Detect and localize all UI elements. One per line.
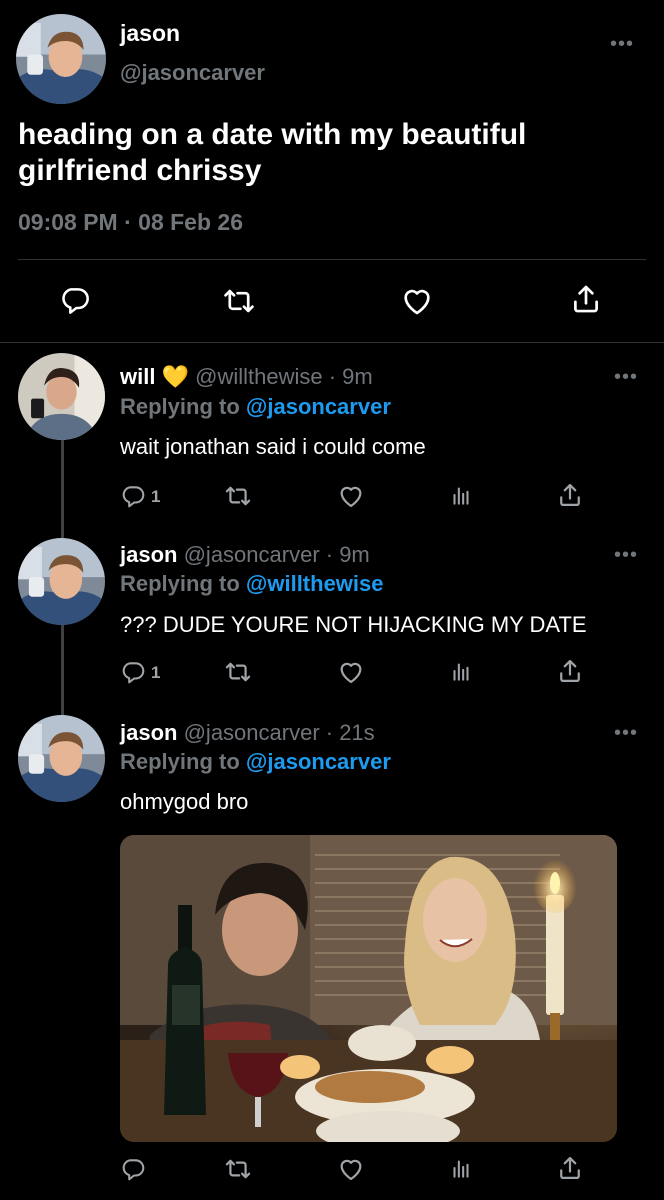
like-icon[interactable] xyxy=(337,658,365,686)
more-options-icon[interactable]: ••• xyxy=(614,723,638,743)
reply-text: ??? DUDE YOURE NOT HIJACKING MY DATE xyxy=(120,612,587,637)
handle-time[interactable]: @willthewise · 9m xyxy=(195,364,373,389)
mention-link[interactable]: @willthewise xyxy=(246,571,384,596)
reply-icon[interactable] xyxy=(120,1156,146,1182)
like-icon[interactable] xyxy=(400,284,434,318)
user-handle[interactable]: @jasoncarver xyxy=(120,60,265,86)
more-options-icon[interactable]: ••• xyxy=(614,367,638,387)
like-icon[interactable] xyxy=(337,482,365,510)
avatar[interactable] xyxy=(18,353,105,440)
reply-icon[interactable] xyxy=(120,659,146,685)
reply-count: 1 xyxy=(151,663,161,682)
divider xyxy=(18,259,646,260)
reply-icon[interactable] xyxy=(120,483,146,509)
reply-text: wait jonathan said i could come xyxy=(120,434,426,459)
replying-to-label: Replying to xyxy=(120,571,240,596)
replying-to-label: Replying to xyxy=(120,749,240,774)
thread-line xyxy=(61,440,64,538)
share-icon[interactable] xyxy=(569,282,603,316)
retweet-icon[interactable] xyxy=(224,1155,252,1183)
reply-header: jason @jasoncarver · 21s xyxy=(120,720,375,746)
tweet-text: heading on a date with my beautiful girl… xyxy=(18,118,527,187)
avatar[interactable] xyxy=(18,538,105,625)
mention-link[interactable]: @jasoncarver xyxy=(246,394,391,419)
replying-to: Replying to @willthewise xyxy=(120,571,384,597)
stats-icon[interactable] xyxy=(448,658,474,684)
replying-to: Replying to @jasoncarver xyxy=(120,749,391,775)
display-name[interactable]: jason xyxy=(120,20,180,47)
handle-time[interactable]: @jasoncarver · 9m xyxy=(184,542,370,567)
display-name[interactable]: jason xyxy=(120,542,177,567)
like-icon[interactable] xyxy=(337,1155,365,1183)
heart-emoji: 💛 xyxy=(161,364,189,389)
stats-icon[interactable] xyxy=(448,1155,474,1181)
reply-count: 1 xyxy=(151,487,161,506)
more-options-icon[interactable]: ••• xyxy=(614,545,638,565)
more-options-icon[interactable]: ••• xyxy=(610,34,634,54)
retweet-icon[interactable] xyxy=(222,284,256,318)
avatar[interactable] xyxy=(18,715,105,802)
divider xyxy=(0,342,664,343)
stats-icon[interactable] xyxy=(448,482,474,508)
share-icon[interactable] xyxy=(556,481,584,509)
share-icon[interactable] xyxy=(556,657,584,685)
reply-icon[interactable] xyxy=(59,284,91,316)
replying-to: Replying to @jasoncarver xyxy=(120,394,391,420)
reply-text: ohmygod bro xyxy=(120,789,249,814)
mention-link[interactable]: @jasoncarver xyxy=(246,749,391,774)
avatar[interactable] xyxy=(16,14,106,104)
tweet-timestamp: 09:08 PM · 08 Feb 26 xyxy=(18,209,243,235)
display-name[interactable]: will xyxy=(120,364,155,389)
retweet-icon[interactable] xyxy=(224,482,252,510)
thread-line xyxy=(61,625,64,715)
replying-to-label: Replying to xyxy=(120,394,240,419)
handle-time[interactable]: @jasoncarver · 21s xyxy=(184,720,375,745)
media-photo[interactable] xyxy=(120,835,617,1142)
display-name[interactable]: jason xyxy=(120,720,177,745)
retweet-icon[interactable] xyxy=(224,658,252,686)
reply-header: jason @jasoncarver · 9m xyxy=(120,542,370,568)
share-icon[interactable] xyxy=(556,1154,584,1182)
reply-header: will 💛 @willthewise · 9m xyxy=(120,364,373,390)
